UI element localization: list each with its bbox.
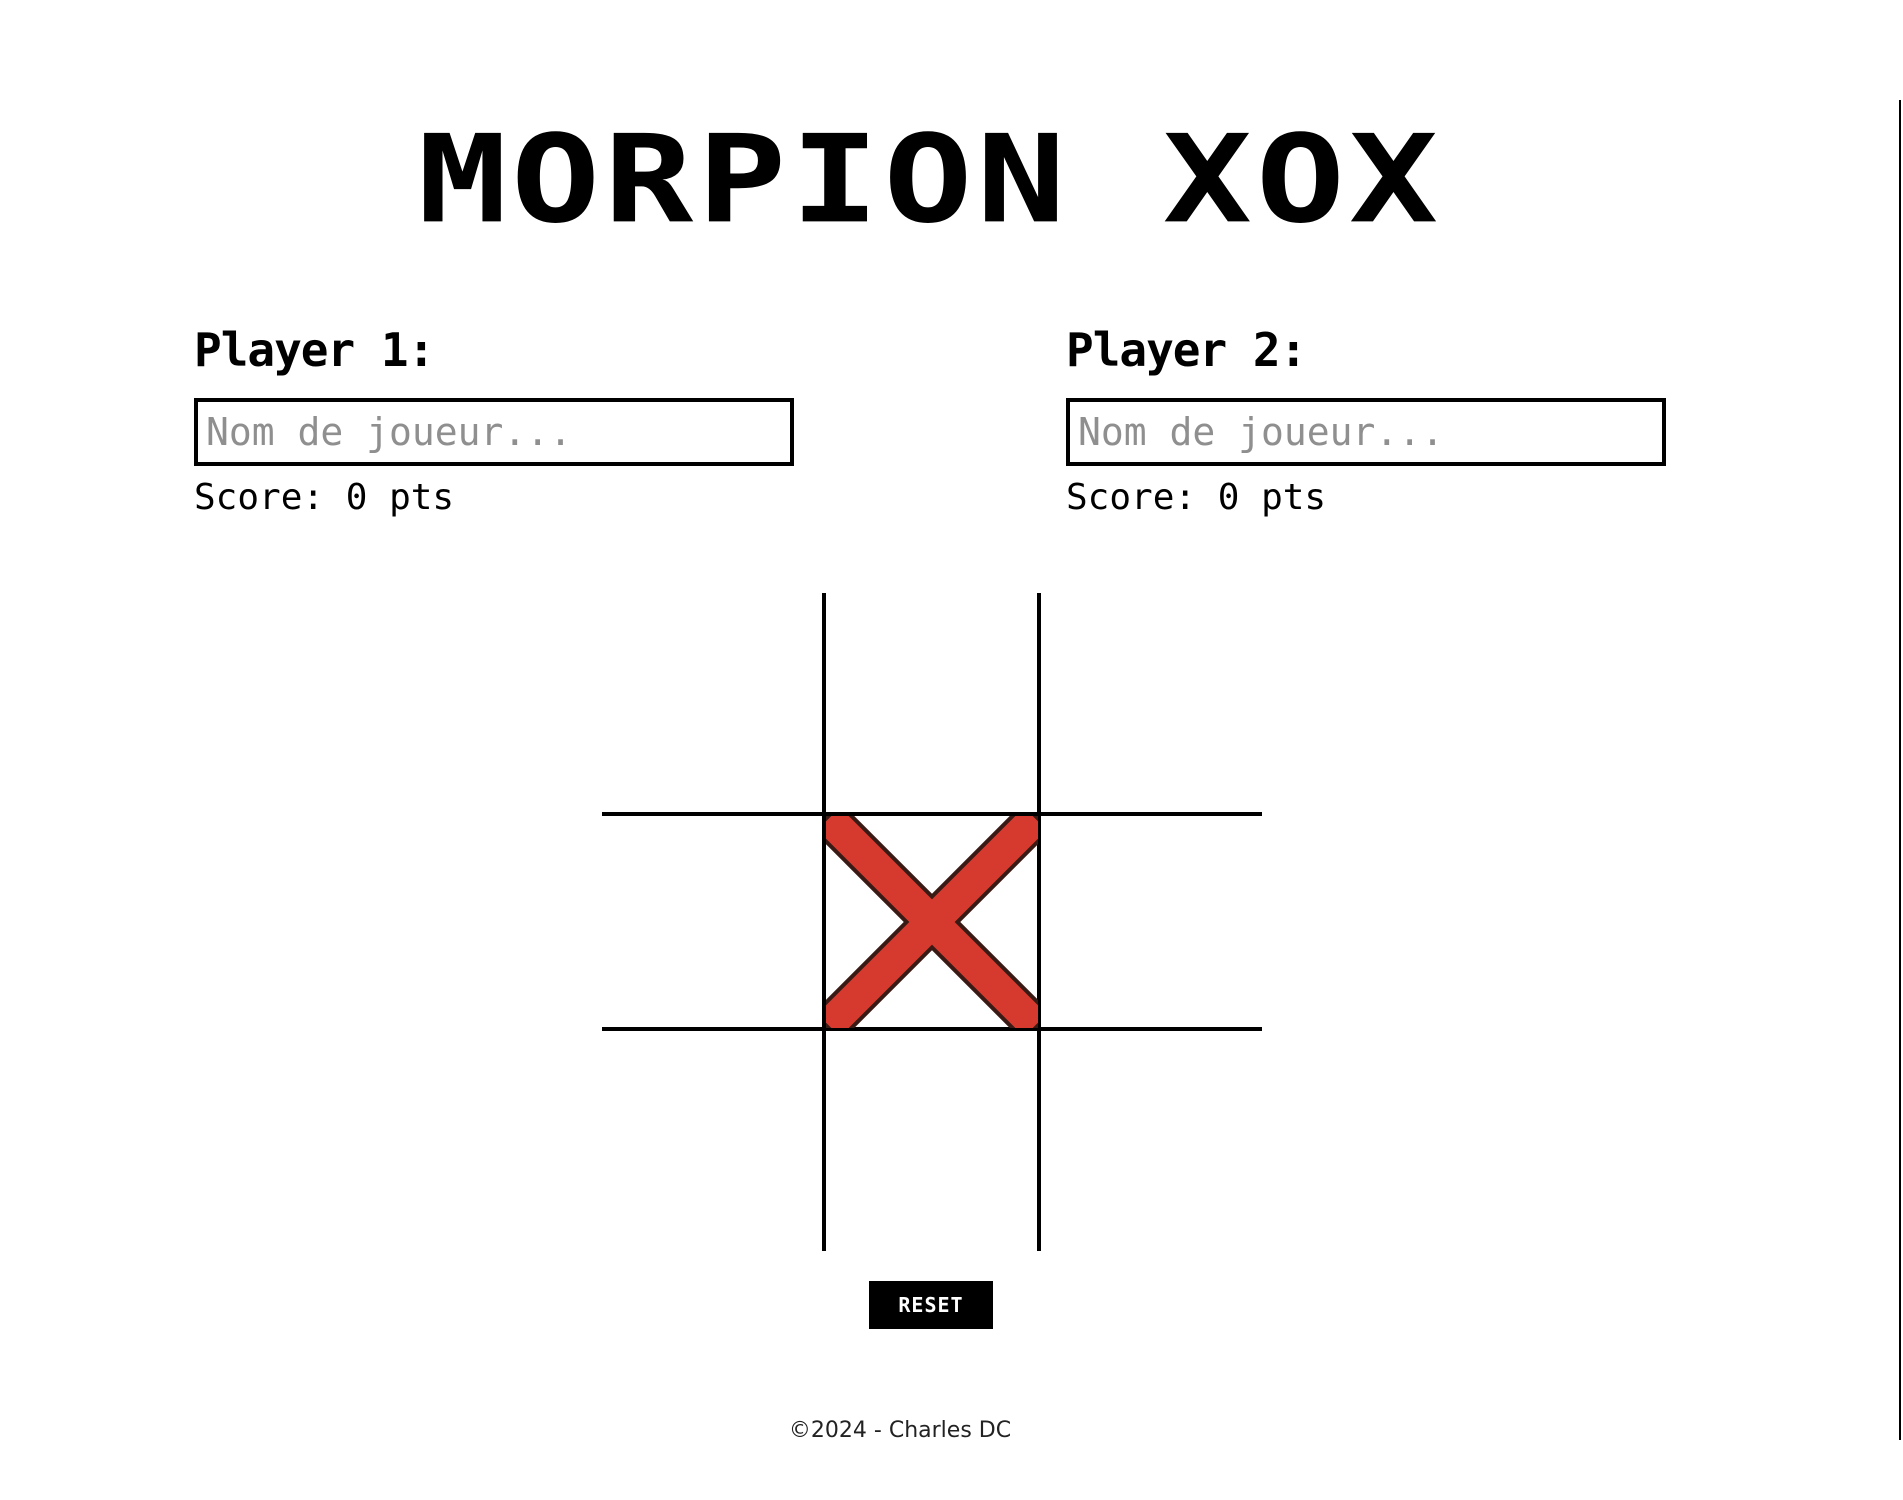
player-2-label: Player 2:	[1066, 323, 1307, 377]
footer-copyright: ©2024 - Charles DC	[788, 1418, 1012, 1443]
board-cell-7[interactable]	[606, 1031, 818, 1243]
board-cell-8[interactable]	[826, 1031, 1038, 1243]
board-cell-9[interactable]	[1041, 1031, 1253, 1243]
board-cell-6[interactable]	[1041, 816, 1253, 1028]
reset-button[interactable]: RESET	[869, 1281, 993, 1329]
player-2-panel: Player 2: Score: 0 pts	[1066, 322, 1666, 520]
board-cell-4[interactable]	[606, 816, 818, 1028]
player-1-panel: Player 1: Score: 0 pts	[194, 322, 794, 520]
player-1-label: Player 1:	[194, 323, 435, 377]
player-1-score: Score: 0 pts	[194, 477, 455, 518]
x-mark-icon	[826, 816, 1038, 1028]
page-edge-divider	[1899, 100, 1901, 1440]
board-cell-2[interactable]	[826, 597, 1038, 809]
game-title: MORPION XOX	[417, 108, 1443, 251]
board-cell-1[interactable]	[606, 597, 818, 809]
player-2-score: Score: 0 pts	[1066, 477, 1327, 518]
game-board	[602, 593, 1262, 1251]
board-cell-3[interactable]	[1041, 597, 1253, 809]
player-2-name-input[interactable]	[1066, 398, 1666, 466]
board-cell-5[interactable]	[826, 816, 1038, 1028]
player-1-name-input[interactable]	[194, 398, 794, 466]
